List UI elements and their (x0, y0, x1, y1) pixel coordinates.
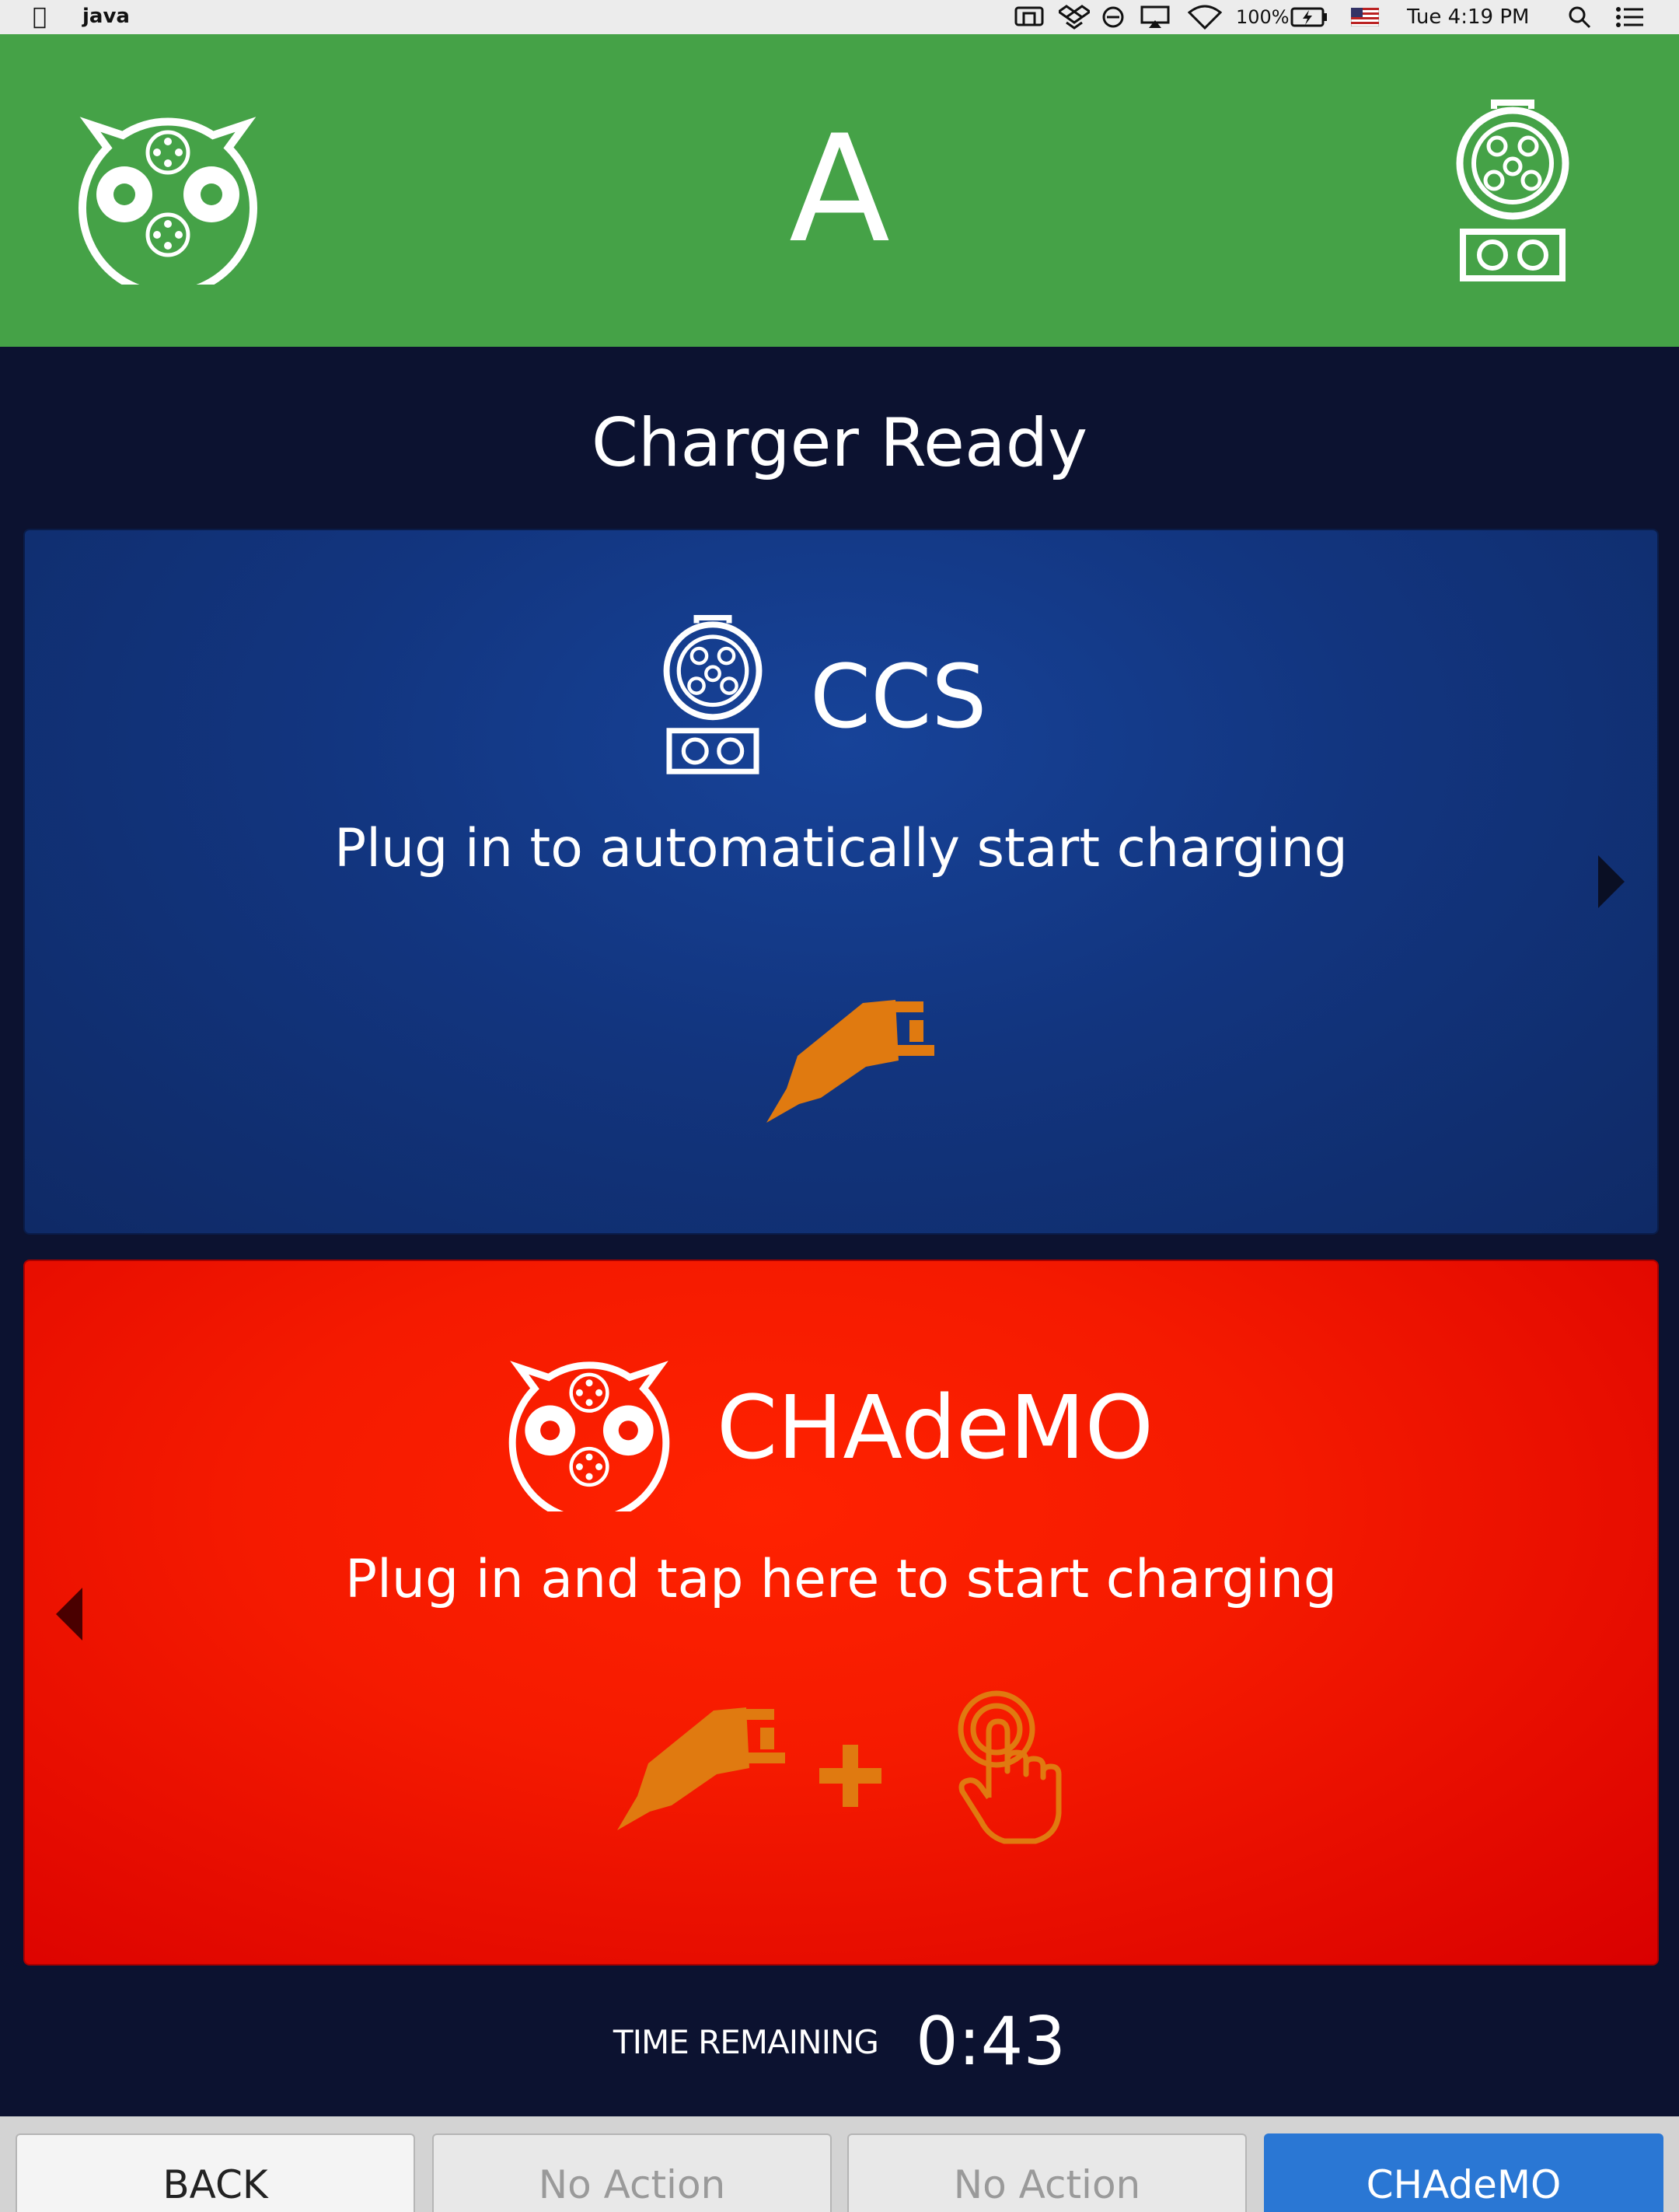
do-not-disturb-icon[interactable] (1101, 0, 1126, 34)
clock[interactable]: Tue 4:19 PM (1407, 0, 1529, 34)
time-remaining: TIME REMAINING 0:43 (0, 2003, 1679, 2081)
plug-icon (613, 1697, 794, 1840)
ccs-connector-icon (658, 614, 767, 783)
airplay-icon[interactable] (1140, 0, 1171, 34)
ccs-panel[interactable]: CCS Plug in to automatically start charg… (23, 529, 1659, 1235)
ccs-title: CCS (810, 647, 987, 748)
time-remaining-label: TIME REMAINING (613, 2022, 879, 2061)
chademo-button[interactable]: CHAdeMO (1264, 2133, 1663, 2212)
battery-icon[interactable] (1290, 0, 1328, 34)
plus-icon (818, 1743, 883, 1812)
status-title: Charger Ready (591, 404, 1088, 482)
no-action-button-2[interactable]: No Action (847, 2133, 1247, 2212)
chademo-title: CHAdeMO (717, 1378, 1154, 1479)
menu-bar:  java 100% Tue 4:19 PM (0, 0, 1679, 35)
no-action-button-1[interactable]: No Action (432, 2133, 832, 2212)
ccs-connector-icon (1450, 100, 1575, 290)
app-name[interactable]: java (82, 5, 130, 28)
dispenser-header: A (0, 34, 1679, 347)
chademo-connector-icon (507, 1347, 672, 1523)
chevron-right-icon[interactable] (1595, 854, 1626, 914)
tap-hand-icon (950, 1689, 1066, 1848)
dispenser-letter: A (789, 103, 890, 275)
bottom-button-bar: BACK No Action No Action CHAdeMO (0, 2116, 1679, 2212)
spotlight-search-icon[interactable] (1567, 0, 1592, 34)
chademo-instruction: Plug in and tap here to start charging (345, 1549, 1337, 1610)
airplay-display-icon[interactable] (1014, 0, 1045, 34)
us-flag-icon[interactable] (1351, 0, 1379, 34)
time-remaining-value: 0:43 (915, 2003, 1066, 2081)
apple-menu-icon[interactable]:  (33, 3, 47, 30)
dropbox-icon[interactable] (1059, 0, 1090, 34)
back-button[interactable]: BACK (16, 2133, 415, 2212)
battery-percent[interactable]: 100% (1236, 0, 1290, 34)
notification-center-icon[interactable] (1615, 0, 1645, 34)
wifi-icon[interactable] (1188, 0, 1222, 34)
chevron-left-icon[interactable] (54, 1586, 86, 1646)
ccs-instruction: Plug in to automatically start charging (334, 818, 1348, 879)
chademo-panel[interactable]: CHAdeMO Plug in and tap here to start ch… (23, 1260, 1659, 1966)
plug-icon (762, 989, 944, 1133)
